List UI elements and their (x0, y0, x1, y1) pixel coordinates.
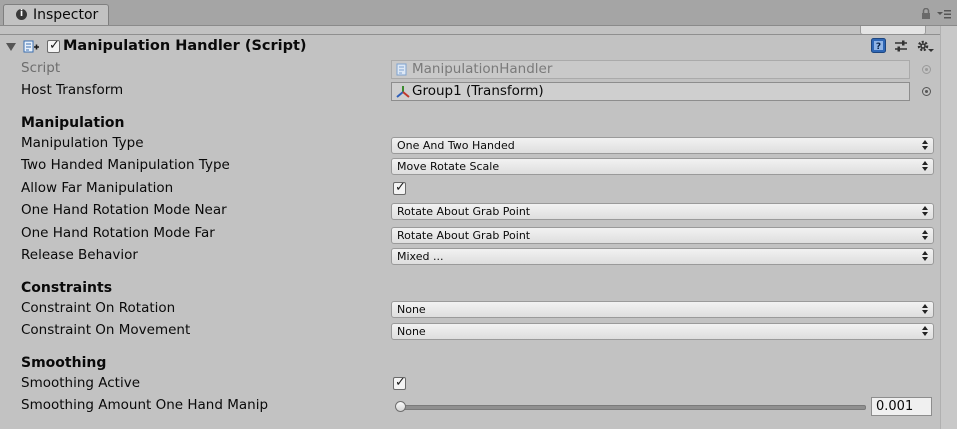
rotation-mode-far-label: One Hand Rotation Mode Far (21, 225, 215, 241)
host-transform-label: Host Transform (21, 82, 124, 98)
constraint-rotation-dropdown[interactable]: None (391, 301, 934, 318)
section-constraints: Constraints (21, 280, 113, 296)
component-title: Manipulation Handler (Script) (63, 38, 307, 54)
gear-icon[interactable] (916, 39, 934, 53)
two-handed-type-dropdown[interactable]: Move Rotate Scale (391, 158, 934, 175)
rotation-mode-far-value: Rotate About Grab Point (397, 229, 531, 242)
inspector-panel: ✓ Manipulation Handler (Script) ? Script (0, 26, 940, 429)
checkmark-icon: ✓ (395, 180, 406, 195)
help-icon[interactable]: ? (871, 38, 886, 53)
dropdown-arrows-icon (922, 251, 928, 262)
object-picker-icon[interactable] (922, 87, 931, 96)
rotation-mode-near-value: Rotate About Grab Point (397, 205, 531, 218)
constraint-movement-value: None (397, 325, 426, 338)
rotation-mode-far-dropdown[interactable]: Rotate About Grab Point (391, 227, 934, 244)
dropdown-arrows-icon (922, 304, 928, 315)
script-field: ManipulationHandler (391, 60, 910, 79)
component-header-icons: ? (871, 38, 934, 53)
section-manipulation: Manipulation (21, 115, 125, 131)
presets-icon[interactable] (894, 39, 908, 53)
dropdown-arrows-icon (922, 161, 928, 172)
smoothing-active-label: Smoothing Active (21, 375, 141, 391)
section-smoothing: Smoothing (21, 355, 107, 371)
constraint-rotation-label: Constraint On Rotation (21, 300, 176, 316)
smoothing-amount-label: Smoothing Amount One Hand Manip (21, 397, 269, 413)
rotation-mode-near-label: One Hand Rotation Mode Near (21, 202, 227, 218)
dropdown-arrows-icon (922, 230, 928, 241)
tab-controls (921, 8, 951, 19)
dropdown-arrows-icon (922, 326, 928, 337)
transform-icon (396, 86, 410, 98)
menu-icon[interactable] (937, 9, 951, 19)
script-value: ManipulationHandler (412, 61, 553, 77)
manipulation-type-value: One And Two Handed (397, 139, 515, 152)
constraint-rotation-value: None (397, 303, 426, 316)
script-file-icon (396, 63, 407, 76)
component-enabled-checkbox[interactable]: ✓ (47, 38, 60, 53)
script-label: Script (21, 60, 61, 76)
constraint-movement-label: Constraint On Movement (21, 322, 191, 338)
lock-icon[interactable] (921, 8, 931, 19)
two-handed-type-value: Move Rotate Scale (397, 160, 500, 173)
object-picker-icon (922, 65, 931, 74)
foldout-arrow-icon[interactable] (6, 43, 16, 51)
smoothing-active-checkbox[interactable]: ✓ (393, 375, 406, 390)
vertical-scrollbar[interactable] (940, 26, 957, 429)
allow-far-label: Allow Far Manipulation (21, 180, 174, 196)
constraint-movement-dropdown[interactable]: None (391, 323, 934, 340)
manipulation-type-dropdown[interactable]: One And Two Handed (391, 137, 934, 154)
dropdown-arrows-icon (922, 140, 928, 151)
release-behavior-dropdown[interactable]: Mixed ... (391, 248, 934, 265)
rotation-mode-near-dropdown[interactable]: Rotate About Grab Point (391, 203, 934, 220)
host-transform-field[interactable]: Group1 (Transform) (391, 82, 910, 101)
release-behavior-value: Mixed ... (397, 250, 444, 263)
tab-inspector[interactable]: i Inspector (3, 4, 109, 25)
release-behavior-label: Release Behavior (21, 247, 138, 263)
checkmark-icon: ✓ (395, 375, 406, 390)
host-transform-value: Group1 (Transform) (412, 83, 544, 99)
smoothing-amount-input[interactable]: 0.001 (871, 397, 932, 416)
dropdown-arrows-icon (922, 206, 928, 217)
checkmark-icon: ✓ (49, 38, 60, 53)
smoothing-amount-slider[interactable] (396, 405, 866, 410)
script-component-icon (23, 40, 39, 53)
allow-far-checkbox[interactable]: ✓ (393, 180, 406, 195)
two-handed-type-label: Two Handed Manipulation Type (21, 157, 230, 173)
manipulation-type-label: Manipulation Type (21, 135, 144, 151)
slider-thumb[interactable] (395, 401, 407, 412)
tab-strip: i Inspector (0, 0, 957, 26)
component-header[interactable]: ✓ Manipulation Handler (Script) ? (0, 35, 940, 57)
tab-title: Inspector (33, 7, 99, 23)
info-icon: i (16, 9, 27, 20)
svg-text:?: ? (876, 42, 881, 52)
